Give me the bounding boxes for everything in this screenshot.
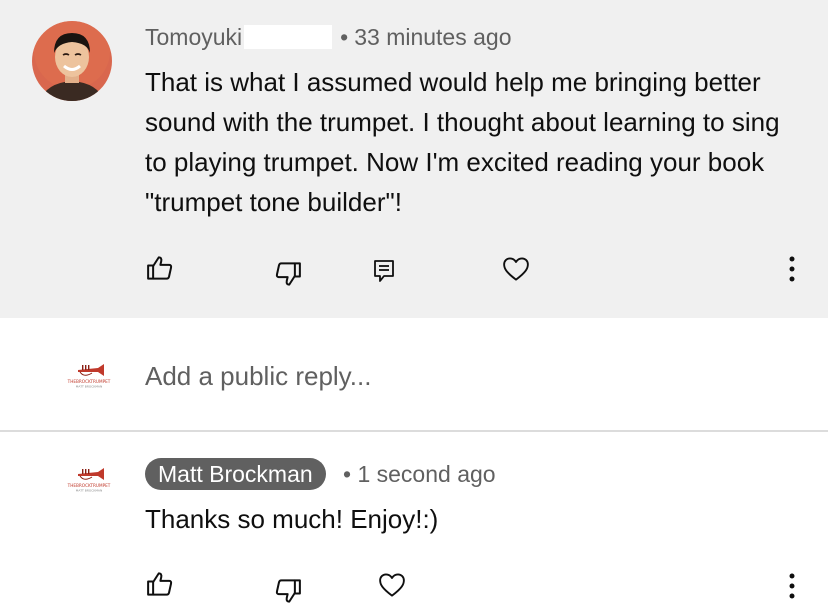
comment-time[interactable]: 33 minutes ago (354, 22, 511, 52)
commenter-avatar[interactable] (32, 21, 112, 101)
reply-text: Thanks so much! Enjoy!:) (145, 504, 439, 534)
comment-meta: Tomoyuki • 33 minutes ago (145, 22, 512, 52)
logo-subtext: MATT BROCKMAN (76, 385, 102, 389)
thumbs-up-icon[interactable] (144, 252, 176, 284)
more-vertical-icon[interactable] (780, 571, 804, 601)
thumbs-down-icon[interactable] (272, 258, 304, 290)
redaction-box (244, 25, 333, 49)
separator-dot: • (343, 461, 352, 487)
comment-author[interactable]: Tomoyuki (145, 22, 242, 52)
reply-meta: • 1 second ago (343, 459, 496, 489)
logo-text: THEBROCKTRUMPET (67, 379, 111, 384)
heart-icon[interactable] (500, 253, 532, 285)
reply-input[interactable]: Add a public reply... (145, 358, 371, 394)
highlighted-comment: Tomoyuki • 33 minutes ago That is what I… (0, 0, 828, 318)
more-vertical-icon[interactable] (780, 254, 804, 284)
logo-subtext: MATT BROCKMAN (76, 489, 102, 493)
heart-icon[interactable] (376, 569, 408, 601)
comment-icon[interactable] (370, 256, 398, 286)
separator-dot: • (340, 24, 349, 50)
reply-composer (0, 318, 828, 430)
thumbs-down-icon[interactable] (272, 575, 304, 607)
thumbs-up-icon[interactable] (144, 568, 176, 600)
reply-author-avatar[interactable]: THEBROCKTRUMPET MATT BROCKMAN (64, 460, 114, 494)
channel-logo: THEBROCKTRUMPET MATT BROCKMAN (64, 356, 114, 390)
reply-author-badge[interactable]: Matt Brockman (145, 458, 326, 490)
reply-time[interactable]: 1 second ago (357, 461, 495, 487)
logo-text: THEBROCKTRUMPET (67, 483, 111, 488)
divider (0, 430, 828, 432)
comment-text: That is what I assumed would help me bri… (145, 67, 780, 217)
